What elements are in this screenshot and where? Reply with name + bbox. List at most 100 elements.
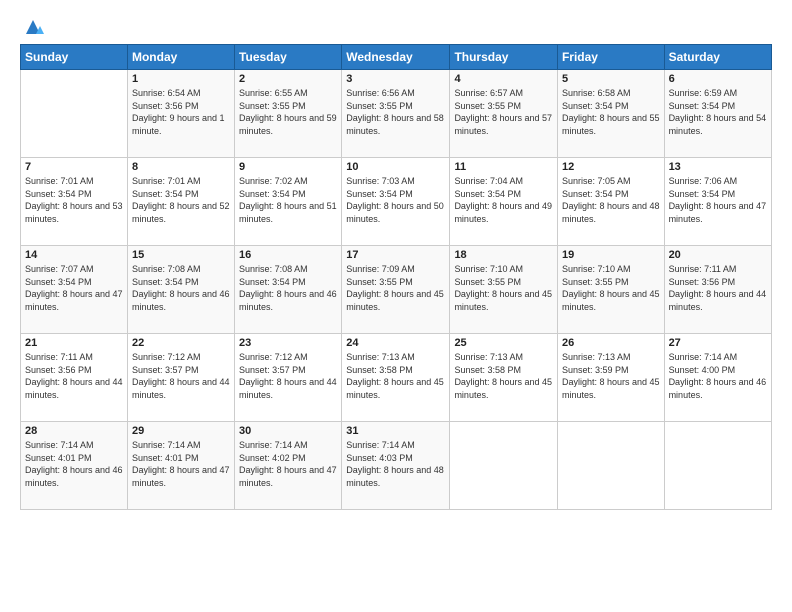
day-cell [450,422,558,510]
day-cell: 5 Sunrise: 6:58 AMSunset: 3:54 PMDayligh… [557,70,664,158]
day-number: 7 [25,161,123,173]
day-cell: 6 Sunrise: 6:59 AMSunset: 3:54 PMDayligh… [664,70,771,158]
week-row-5: 28 Sunrise: 7:14 AMSunset: 4:01 PMDaylig… [21,422,772,510]
day-number: 24 [346,337,445,349]
day-info: Sunrise: 6:59 AMSunset: 3:54 PMDaylight:… [669,87,767,137]
day-number: 15 [132,249,230,261]
day-info: Sunrise: 7:09 AMSunset: 3:55 PMDaylight:… [346,263,445,313]
day-number: 31 [346,425,445,437]
day-info: Sunrise: 7:14 AMSunset: 4:00 PMDaylight:… [669,351,767,401]
day-number: 29 [132,425,230,437]
week-row-1: 1 Sunrise: 6:54 AMSunset: 3:56 PMDayligh… [21,70,772,158]
day-cell: 15 Sunrise: 7:08 AMSunset: 3:54 PMDaylig… [127,246,234,334]
day-cell: 1 Sunrise: 6:54 AMSunset: 3:56 PMDayligh… [127,70,234,158]
day-number: 11 [454,161,553,173]
day-number: 12 [562,161,660,173]
day-number: 3 [346,73,445,85]
day-cell [557,422,664,510]
day-cell: 8 Sunrise: 7:01 AMSunset: 3:54 PMDayligh… [127,158,234,246]
day-cell: 27 Sunrise: 7:14 AMSunset: 4:00 PMDaylig… [664,334,771,422]
day-info: Sunrise: 7:14 AMSunset: 4:03 PMDaylight:… [346,439,445,489]
day-info: Sunrise: 7:06 AMSunset: 3:54 PMDaylight:… [669,175,767,225]
header-row: SundayMondayTuesdayWednesdayThursdayFrid… [21,45,772,70]
day-cell: 21 Sunrise: 7:11 AMSunset: 3:56 PMDaylig… [21,334,128,422]
col-header-monday: Monday [127,45,234,70]
day-number: 22 [132,337,230,349]
day-cell: 17 Sunrise: 7:09 AMSunset: 3:55 PMDaylig… [342,246,450,334]
day-cell: 31 Sunrise: 7:14 AMSunset: 4:03 PMDaylig… [342,422,450,510]
day-info: Sunrise: 7:11 AMSunset: 3:56 PMDaylight:… [669,263,767,313]
day-info: Sunrise: 7:10 AMSunset: 3:55 PMDaylight:… [454,263,553,313]
col-header-tuesday: Tuesday [235,45,342,70]
day-cell: 10 Sunrise: 7:03 AMSunset: 3:54 PMDaylig… [342,158,450,246]
day-number: 26 [562,337,660,349]
day-number: 9 [239,161,337,173]
day-number: 4 [454,73,553,85]
day-number: 14 [25,249,123,261]
day-info: Sunrise: 7:03 AMSunset: 3:54 PMDaylight:… [346,175,445,225]
col-header-wednesday: Wednesday [342,45,450,70]
day-cell: 7 Sunrise: 7:01 AMSunset: 3:54 PMDayligh… [21,158,128,246]
header [20,16,772,34]
day-cell [664,422,771,510]
day-cell: 11 Sunrise: 7:04 AMSunset: 3:54 PMDaylig… [450,158,558,246]
day-number: 23 [239,337,337,349]
day-cell: 9 Sunrise: 7:02 AMSunset: 3:54 PMDayligh… [235,158,342,246]
day-number: 2 [239,73,337,85]
col-header-thursday: Thursday [450,45,558,70]
day-cell: 19 Sunrise: 7:10 AMSunset: 3:55 PMDaylig… [557,246,664,334]
day-cell: 4 Sunrise: 6:57 AMSunset: 3:55 PMDayligh… [450,70,558,158]
day-cell: 13 Sunrise: 7:06 AMSunset: 3:54 PMDaylig… [664,158,771,246]
day-cell: 28 Sunrise: 7:14 AMSunset: 4:01 PMDaylig… [21,422,128,510]
day-info: Sunrise: 7:11 AMSunset: 3:56 PMDaylight:… [25,351,123,401]
week-row-3: 14 Sunrise: 7:07 AMSunset: 3:54 PMDaylig… [21,246,772,334]
day-info: Sunrise: 7:12 AMSunset: 3:57 PMDaylight:… [132,351,230,401]
day-cell: 20 Sunrise: 7:11 AMSunset: 3:56 PMDaylig… [664,246,771,334]
day-cell: 29 Sunrise: 7:14 AMSunset: 4:01 PMDaylig… [127,422,234,510]
day-cell: 22 Sunrise: 7:12 AMSunset: 3:57 PMDaylig… [127,334,234,422]
day-cell: 3 Sunrise: 6:56 AMSunset: 3:55 PMDayligh… [342,70,450,158]
day-number: 17 [346,249,445,261]
day-number: 19 [562,249,660,261]
day-info: Sunrise: 7:13 AMSunset: 3:59 PMDaylight:… [562,351,660,401]
day-number: 1 [132,73,230,85]
day-info: Sunrise: 7:08 AMSunset: 3:54 PMDaylight:… [239,263,337,313]
day-number: 6 [669,73,767,85]
day-number: 18 [454,249,553,261]
day-cell: 18 Sunrise: 7:10 AMSunset: 3:55 PMDaylig… [450,246,558,334]
logo [20,16,44,34]
week-row-4: 21 Sunrise: 7:11 AMSunset: 3:56 PMDaylig… [21,334,772,422]
day-info: Sunrise: 7:14 AMSunset: 4:01 PMDaylight:… [25,439,123,489]
day-number: 25 [454,337,553,349]
day-info: Sunrise: 7:14 AMSunset: 4:01 PMDaylight:… [132,439,230,489]
day-number: 8 [132,161,230,173]
col-header-sunday: Sunday [21,45,128,70]
day-info: Sunrise: 7:10 AMSunset: 3:55 PMDaylight:… [562,263,660,313]
day-number: 28 [25,425,123,437]
day-info: Sunrise: 6:55 AMSunset: 3:55 PMDaylight:… [239,87,337,137]
day-cell: 24 Sunrise: 7:13 AMSunset: 3:58 PMDaylig… [342,334,450,422]
day-cell: 26 Sunrise: 7:13 AMSunset: 3:59 PMDaylig… [557,334,664,422]
day-cell: 2 Sunrise: 6:55 AMSunset: 3:55 PMDayligh… [235,70,342,158]
day-number: 27 [669,337,767,349]
day-info: Sunrise: 6:54 AMSunset: 3:56 PMDaylight:… [132,87,230,137]
day-info: Sunrise: 7:05 AMSunset: 3:54 PMDaylight:… [562,175,660,225]
day-number: 13 [669,161,767,173]
week-row-2: 7 Sunrise: 7:01 AMSunset: 3:54 PMDayligh… [21,158,772,246]
day-cell: 25 Sunrise: 7:13 AMSunset: 3:58 PMDaylig… [450,334,558,422]
calendar: SundayMondayTuesdayWednesdayThursdayFrid… [20,44,772,510]
day-info: Sunrise: 7:13 AMSunset: 3:58 PMDaylight:… [454,351,553,401]
day-cell: 12 Sunrise: 7:05 AMSunset: 3:54 PMDaylig… [557,158,664,246]
day-number: 20 [669,249,767,261]
day-info: Sunrise: 7:12 AMSunset: 3:57 PMDaylight:… [239,351,337,401]
day-number: 5 [562,73,660,85]
day-info: Sunrise: 7:07 AMSunset: 3:54 PMDaylight:… [25,263,123,313]
day-info: Sunrise: 6:56 AMSunset: 3:55 PMDaylight:… [346,87,445,137]
day-number: 10 [346,161,445,173]
day-number: 30 [239,425,337,437]
day-number: 21 [25,337,123,349]
day-info: Sunrise: 7:13 AMSunset: 3:58 PMDaylight:… [346,351,445,401]
day-info: Sunrise: 6:58 AMSunset: 3:54 PMDaylight:… [562,87,660,137]
day-cell: 23 Sunrise: 7:12 AMSunset: 3:57 PMDaylig… [235,334,342,422]
col-header-friday: Friday [557,45,664,70]
